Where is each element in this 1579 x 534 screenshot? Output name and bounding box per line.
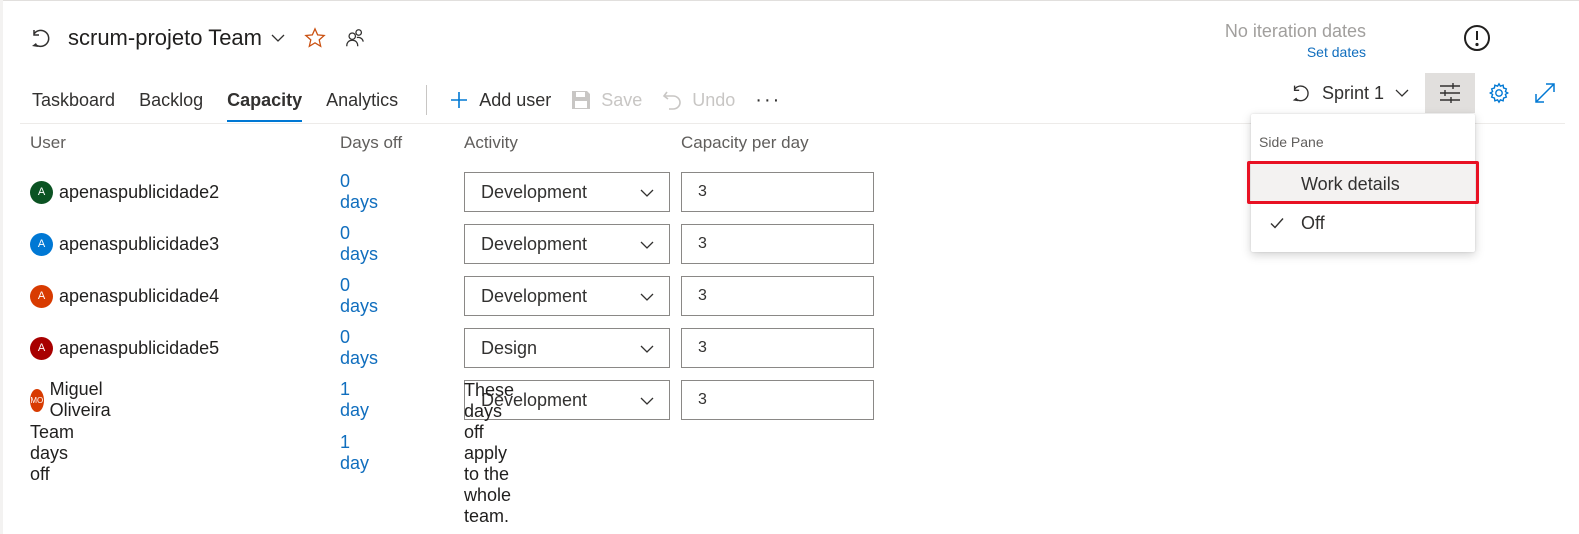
- avatar: A: [30, 284, 53, 308]
- side-pane-toggle-button[interactable]: [1425, 73, 1475, 113]
- avatar: MO: [30, 388, 44, 412]
- set-dates-link[interactable]: Set dates: [1225, 42, 1366, 62]
- user-name: apenaspublicidade4: [59, 285, 220, 306]
- activity-select[interactable]: Design: [464, 328, 670, 368]
- gear-icon[interactable]: [1486, 80, 1512, 106]
- activity-select[interactable]: Development: [464, 276, 670, 316]
- activity-value: Development: [481, 233, 588, 254]
- tab-capacity[interactable]: Capacity: [215, 76, 314, 124]
- chevron-down-icon[interactable]: [270, 30, 286, 46]
- capacity-input[interactable]: 3: [681, 380, 874, 420]
- left-edge: [0, 0, 3, 534]
- sprint-icon: [1290, 82, 1312, 104]
- sprint-picker[interactable]: Sprint 1: [1290, 73, 1410, 113]
- capacity-input[interactable]: 3: [681, 224, 874, 264]
- activity-select[interactable]: Development: [464, 172, 670, 212]
- iteration-dates: No iteration dates Set dates: [1225, 20, 1366, 62]
- page-header: scrum-projeto Team: [28, 18, 366, 58]
- chevron-down-icon: [1394, 85, 1410, 101]
- tab-taskboard[interactable]: Taskboard: [20, 76, 127, 124]
- user-cell: A apenaspublicidade5: [30, 328, 219, 368]
- avatar: A: [30, 180, 53, 204]
- days-off-link[interactable]: 0 days: [340, 171, 378, 212]
- iteration-status: No iteration dates: [1224, 21, 1366, 41]
- save-icon: [571, 90, 591, 110]
- user-cell: A apenaspublicidade2: [30, 172, 219, 212]
- team-days-off-note: These days off apply to the whole team.: [464, 379, 515, 526]
- avatar: A: [30, 232, 53, 256]
- column-header-days-off: Days off: [340, 133, 403, 152]
- alert-icon[interactable]: [1463, 24, 1491, 52]
- undo-icon: [662, 90, 682, 110]
- activity-value: Development: [481, 285, 588, 306]
- activity-value: Design: [481, 337, 538, 358]
- toolbar-divider: [426, 85, 428, 115]
- activity-select[interactable]: Development: [464, 224, 670, 264]
- column-header-capacity: Capacity per day: [681, 133, 809, 152]
- menu-item-off[interactable]: Off: [1251, 203, 1475, 243]
- save-button[interactable]: Save: [561, 76, 652, 124]
- add-user-button[interactable]: Add user: [439, 76, 561, 124]
- capacity-input[interactable]: 3: [681, 172, 874, 212]
- sprint-label: Sprint 1: [1322, 82, 1385, 103]
- star-icon[interactable]: [304, 27, 326, 49]
- highlight-box: [1247, 161, 1479, 204]
- team-title[interactable]: scrum-projeto Team: [68, 25, 262, 51]
- plus-icon: [449, 90, 469, 110]
- user-name: apenaspublicidade5: [59, 337, 220, 358]
- user-name: apenaspublicidade2: [59, 181, 220, 202]
- menu-item-label: Off: [1301, 212, 1325, 233]
- team-days-off-link[interactable]: 1 day: [340, 432, 369, 473]
- expand-icon[interactable]: [1532, 80, 1558, 106]
- add-user-label: Add user: [479, 89, 552, 110]
- column-header-activity: Activity: [464, 133, 518, 152]
- days-off-link[interactable]: 0 days: [340, 223, 378, 264]
- user-cell: A apenaspublicidade3: [30, 224, 219, 264]
- days-off-link[interactable]: 1 day: [340, 379, 369, 420]
- chevron-down-icon: [639, 185, 655, 201]
- user-cell: MO Miguel Oliveira: [30, 379, 120, 420]
- capacity-input[interactable]: 3: [681, 276, 874, 316]
- user-name: Miguel Oliveira: [49, 379, 111, 420]
- undo-label: Undo: [692, 89, 736, 110]
- tab-backlog[interactable]: Backlog: [127, 76, 215, 124]
- top-border: [0, 0, 1579, 1]
- sprint-icon: [28, 25, 54, 51]
- user-cell: A apenaspublicidade4: [30, 276, 219, 316]
- team-members-icon[interactable]: [344, 27, 366, 49]
- activity-value: Development: [481, 181, 588, 202]
- save-label: Save: [601, 89, 643, 110]
- chevron-down-icon: [639, 289, 655, 305]
- team-days-off-label: Team days off: [30, 421, 75, 484]
- user-name: apenaspublicidade3: [59, 233, 220, 254]
- days-off-link[interactable]: 0 days: [340, 327, 378, 368]
- toolbar: Taskboard Backlog Capacity Analytics Add…: [20, 76, 791, 124]
- menu-header: Side Pane: [1259, 134, 1324, 150]
- capacity-input[interactable]: 3: [681, 328, 874, 368]
- tab-analytics[interactable]: Analytics: [314, 76, 410, 124]
- more-options-button[interactable]: ···: [745, 89, 791, 112]
- sliders-icon: [1438, 82, 1462, 104]
- column-header-user: User: [30, 133, 66, 152]
- chevron-down-icon: [639, 237, 655, 253]
- days-off-link[interactable]: 0 days: [340, 275, 378, 316]
- chevron-down-icon: [639, 341, 655, 357]
- avatar: A: [30, 336, 53, 360]
- checkmark-icon: [1269, 215, 1285, 231]
- undo-button[interactable]: Undo: [652, 76, 745, 124]
- chevron-down-icon: [639, 393, 655, 409]
